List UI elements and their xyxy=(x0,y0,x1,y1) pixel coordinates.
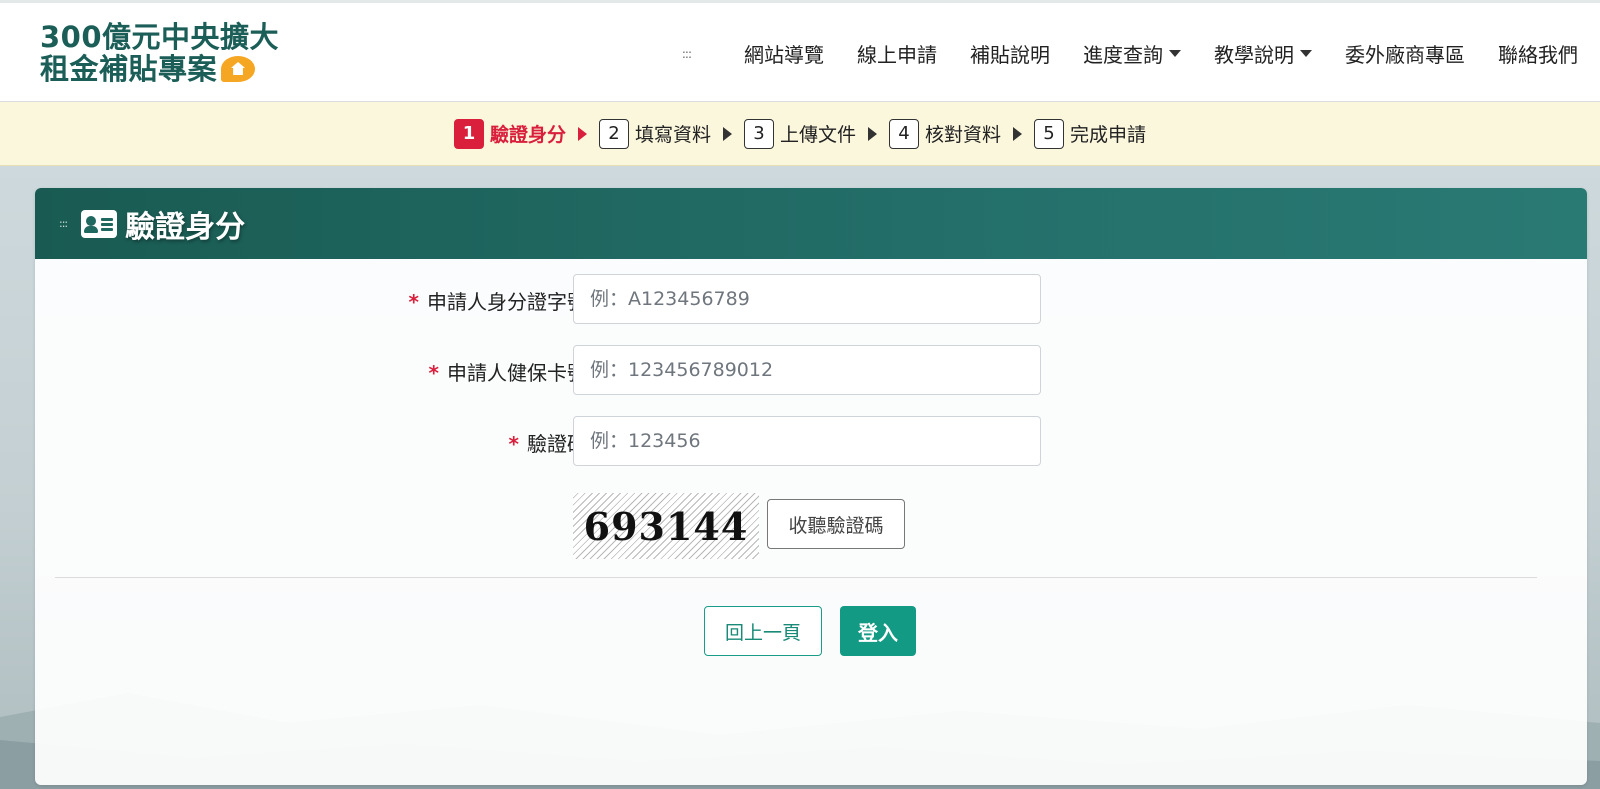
step-number: 4 xyxy=(889,118,919,149)
nav-item-label: 教學說明 xyxy=(1214,43,1294,67)
nav-item-label: 進度查詢 xyxy=(1083,43,1163,67)
nav-item-label: 線上申請 xyxy=(857,43,937,67)
nav-item-tutorial[interactable]: 教學說明 xyxy=(1214,39,1312,68)
required-mark: * xyxy=(508,432,519,456)
step-arrow-icon xyxy=(722,126,732,141)
health-card-input[interactable] xyxy=(573,345,1041,395)
listen-captcha-button[interactable]: 收聽驗證碼 xyxy=(767,499,905,549)
logo-line-2: 租金補貼專案 xyxy=(40,53,279,85)
step-arrow-icon xyxy=(577,126,587,141)
step-label: 核對資料 xyxy=(925,124,1002,146)
card-header: ::: 驗證身分 xyxy=(35,188,1587,259)
form-row-id-number: * 申請人身分證字號 xyxy=(35,274,1587,324)
step-number: 3 xyxy=(743,118,774,149)
required-mark: * xyxy=(428,361,439,385)
nav-item-online-apply[interactable]: 線上申請 xyxy=(857,39,937,68)
step-number: 2 xyxy=(598,118,629,149)
step-2: 2 填寫資料 xyxy=(598,118,711,149)
site-header: 300億元中央擴大 租金補貼專案 ::: 網站導覽 線上申請 補貼說明 進度查詢… xyxy=(0,0,1600,102)
main-nav: ::: 網站導覽 線上申請 補貼說明 進度查詢 教學說明 委外廠商專區 聯絡我們 xyxy=(682,39,1578,68)
chevron-down-icon xyxy=(1169,50,1181,57)
captcha-image: 693144 xyxy=(573,493,759,559)
house-icon xyxy=(221,56,256,82)
step-1: 1 驗證身分 xyxy=(453,118,566,149)
captcha-image-text: 693144 xyxy=(583,503,749,549)
chevron-down-icon xyxy=(1300,50,1312,57)
captcha-input[interactable] xyxy=(573,416,1041,466)
nav-item-vendor-area[interactable]: 委外廠商專區 xyxy=(1345,39,1465,68)
nav-item-label: 聯絡我們 xyxy=(1498,43,1578,67)
health-card-label: * 申請人健保卡號 xyxy=(429,357,587,386)
form-divider xyxy=(55,577,1537,578)
accesskey-grip-icon[interactable]: ::: xyxy=(682,47,692,61)
verify-identity-card: ::: 驗證身分 *申請人身分證字號 *申請人健保卡號 *驗證碼 693144 … xyxy=(35,188,1587,785)
required-mark: * xyxy=(408,290,419,314)
card-title: 驗證身分 xyxy=(125,209,246,245)
form-row-captcha: * 驗證碼 xyxy=(35,416,1587,466)
form-row-health-card: * 申請人健保卡號 xyxy=(35,345,1587,395)
logo-line-2-text: 租金補貼專案 xyxy=(40,52,218,86)
step-number: 5 xyxy=(1034,118,1065,149)
step-3: 3 上傳文件 xyxy=(743,118,856,149)
application-steps: 1 驗證身分 2 填寫資料 3 上傳文件 4 核對資料 5 完成申請 xyxy=(0,102,1600,166)
id-number-label: * 申請人身分證字號 xyxy=(409,286,587,315)
id-card-icon xyxy=(81,209,118,238)
step-label: 上傳文件 xyxy=(779,124,856,146)
step-number: 1 xyxy=(453,118,484,149)
nav-item-progress-query[interactable]: 進度查詢 xyxy=(1083,39,1181,68)
step-label: 填寫資料 xyxy=(634,124,711,146)
nav-item-label: 委外廠商專區 xyxy=(1345,43,1465,67)
step-label: 驗證身分 xyxy=(489,124,566,146)
health-card-label-text: 申請人健保卡號 xyxy=(447,361,587,385)
nav-item-contact[interactable]: 聯絡我們 xyxy=(1498,39,1578,68)
step-arrow-icon xyxy=(1013,126,1023,141)
step-4: 4 核對資料 xyxy=(889,118,1002,149)
nav-item-label: 網站導覽 xyxy=(744,43,824,67)
accesskey-grip-icon[interactable]: ::: xyxy=(59,217,68,230)
site-logo[interactable]: 300億元中央擴大 租金補貼專案 xyxy=(40,21,279,85)
logo-line-1: 300億元中央擴大 xyxy=(40,20,280,54)
login-button[interactable]: 登入 xyxy=(840,606,916,656)
nav-item-label: 補貼說明 xyxy=(970,43,1050,67)
nav-item-site-map[interactable]: 網站導覽 xyxy=(744,39,824,68)
step-arrow-icon xyxy=(868,126,877,141)
id-number-label-text: 申請人身分證字號 xyxy=(427,290,587,314)
step-label: 完成申請 xyxy=(1070,124,1147,146)
step-5: 5 完成申請 xyxy=(1034,118,1147,149)
back-button[interactable]: 回上一頁 xyxy=(704,606,822,656)
nav-item-subsidy-info[interactable]: 補貼說明 xyxy=(970,39,1050,68)
id-number-input[interactable] xyxy=(573,274,1041,324)
